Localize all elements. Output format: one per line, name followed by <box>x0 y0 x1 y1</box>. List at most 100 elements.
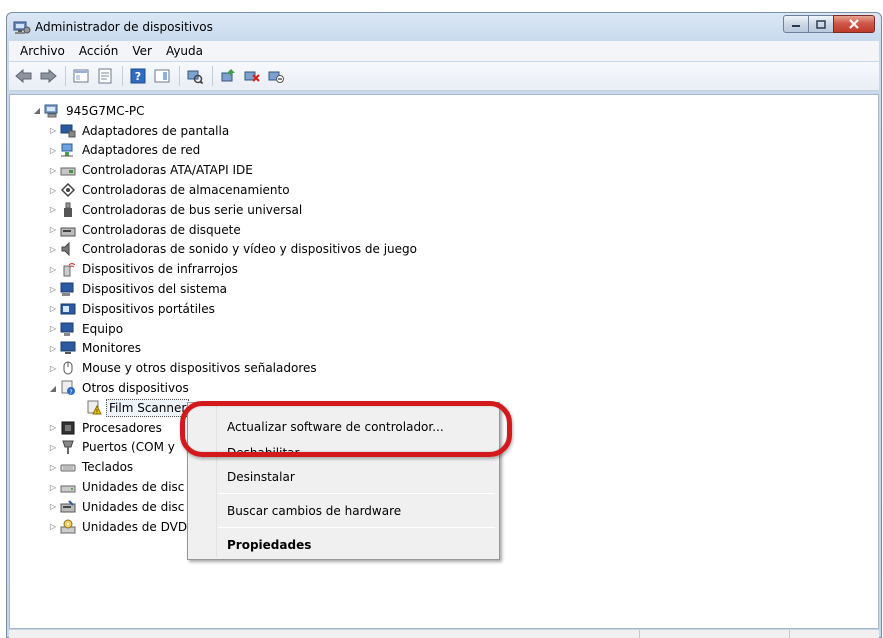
tree-category-item[interactable]: ▷ Dispositivos del sistema <box>10 279 878 299</box>
menu-disable[interactable]: Deshabilitar <box>190 441 497 465</box>
properties-button[interactable] <box>94 65 116 87</box>
monitor-icon <box>60 341 76 355</box>
system-device-icon <box>60 282 74 297</box>
tree-item-label: Mouse y otros dispositivos señaladores <box>82 361 317 376</box>
tree-item-label: Procesadores <box>82 420 162 435</box>
menu-ver[interactable]: Ver <box>125 44 159 58</box>
menu-ayuda[interactable]: Ayuda <box>159 44 210 58</box>
tree-item-label: Adaptadores de pantalla <box>82 123 230 138</box>
menu-uninstall[interactable]: Desinstalar <box>190 465 497 489</box>
close-button[interactable] <box>833 15 875 33</box>
tree-category-item[interactable]: ◢? Otros dispositivos <box>10 378 878 398</box>
floppy-drive-icon <box>60 500 76 513</box>
window-controls <box>783 15 875 33</box>
menu-update-driver[interactable]: Actualizar software de controlador... <box>190 415 497 439</box>
tree-item-label: Dispositivos del sistema <box>82 282 228 297</box>
expand-arrow-icon[interactable]: ▷ <box>48 145 58 155</box>
menu-scan-hardware[interactable]: Buscar cambios de hardware <box>190 499 497 523</box>
tree-category-item[interactable]: ▷ Mouse y otros dispositivos señaladores <box>10 358 878 378</box>
expand-arrow-icon[interactable]: ▷ <box>48 165 58 175</box>
console-tree-button[interactable] <box>70 65 92 87</box>
uninstall-button[interactable] <box>241 65 263 87</box>
expand-arrow-icon <box>74 403 84 413</box>
expand-arrow-icon[interactable]: ▷ <box>48 502 58 512</box>
tree-category-item[interactable]: ▷ Controladoras de bus serie universal <box>10 200 878 220</box>
keyboard-icon <box>60 464 76 472</box>
status-cell <box>639 630 789 638</box>
tree-item-label: Unidades de DVD <box>82 519 188 534</box>
svg-text:!: ! <box>96 408 98 415</box>
tree-category-item[interactable]: ▷ Dispositivos de infrarrojos <box>10 259 878 279</box>
tree-category-item[interactable]: ▷ Adaptadores de pantalla <box>10 121 878 141</box>
properties-icon <box>98 68 112 84</box>
expand-arrow-icon[interactable]: ▷ <box>48 185 58 195</box>
tree-category-item[interactable]: ▷ Controladoras de sonido y vídeo y dispo… <box>10 240 878 260</box>
expand-arrow-icon[interactable]: ▷ <box>48 284 58 294</box>
computer-name: 945G7MC-PC <box>66 103 145 118</box>
tree-root[interactable]: ◢ 945G7MC-PC <box>10 101 878 121</box>
expand-arrow-icon[interactable]: ▷ <box>48 324 58 334</box>
expand-arrow-icon[interactable]: ▷ <box>48 423 58 433</box>
sound-icon <box>61 242 70 257</box>
back-button[interactable] <box>13 65 35 87</box>
disable-icon <box>268 71 284 83</box>
close-icon <box>849 19 859 29</box>
toolbar-separator <box>179 66 180 86</box>
collapse-arrow-icon[interactable]: ◢ <box>48 383 58 393</box>
computer-icon <box>60 322 74 336</box>
forward-button[interactable] <box>37 65 59 87</box>
action-pane-button[interactable] <box>151 65 173 87</box>
menu-accion[interactable]: Acción <box>72 44 125 58</box>
console-tree-icon <box>73 69 89 83</box>
tree-item-label: Controladoras de disquete <box>82 222 241 237</box>
expand-arrow-icon[interactable]: ▷ <box>48 304 58 314</box>
tree-item-label: Otros dispositivos <box>82 381 189 396</box>
title-bar[interactable]: Administrador de dispositivos <box>7 13 881 41</box>
disk-drive-icon <box>60 485 76 493</box>
computer-root-icon <box>44 104 58 118</box>
expand-arrow-icon[interactable]: ▷ <box>48 522 58 532</box>
tree-category-item[interactable]: ▷ Equipo <box>10 319 878 339</box>
expand-arrow-icon[interactable]: ▷ <box>48 363 58 373</box>
expand-arrow-icon[interactable]: ▷ <box>48 442 58 452</box>
dvd-drive-icon <box>60 519 76 534</box>
expand-arrow-icon[interactable]: ▷ <box>48 264 58 274</box>
portable-device-icon <box>60 303 76 315</box>
expand-arrow-icon[interactable]: ▷ <box>48 482 58 492</box>
menu-bar: Archivo Acción Ver Ayuda <box>9 41 879 61</box>
tree-item-label: Film Scanner <box>106 398 190 417</box>
device-manager-icon <box>13 21 31 34</box>
menu-archivo[interactable]: Archivo <box>13 44 72 58</box>
tree-category-item[interactable]: ▷ Adaptadores de red <box>10 141 878 161</box>
storage-controller-icon <box>60 183 76 198</box>
usb-icon <box>64 202 72 217</box>
expand-arrow-icon[interactable]: ▷ <box>48 225 58 235</box>
expand-arrow-icon[interactable]: ▷ <box>48 126 58 136</box>
scan-hardware-button[interactable] <box>184 65 206 87</box>
menu-properties[interactable]: Propiedades <box>190 533 497 557</box>
expand-arrow-icon[interactable]: ▷ <box>48 343 58 353</box>
svg-text:?: ? <box>69 389 72 396</box>
disable-button[interactable] <box>265 65 287 87</box>
expand-arrow-icon[interactable]: ▷ <box>48 462 58 472</box>
tree-category-item[interactable]: ▷ Monitores <box>10 339 878 359</box>
help-button[interactable]: ? <box>127 65 149 87</box>
tree-category-item[interactable]: ▷ Controladoras ATA/ATAPI IDE <box>10 160 878 180</box>
expand-arrow-icon[interactable]: ▷ <box>48 244 58 254</box>
tree-category-item[interactable]: ▷ Controladoras de almacenamiento <box>10 180 878 200</box>
minimize-icon <box>792 25 800 27</box>
collapse-arrow-icon[interactable]: ◢ <box>32 106 42 116</box>
tree-item-label: Dispositivos de infrarrojos <box>82 262 238 277</box>
tree-item-label: Controladoras de sonido y vídeo y dispos… <box>82 242 417 257</box>
expand-arrow-icon[interactable]: ▷ <box>48 205 58 215</box>
maximize-button[interactable] <box>808 15 834 33</box>
tree-item-label: Unidades de disc <box>82 480 185 495</box>
minimize-button[interactable] <box>783 15 809 33</box>
ide-controller-icon <box>60 167 76 176</box>
tree-category-item[interactable]: ▷ Dispositivos portátiles <box>10 299 878 319</box>
tree-category-item[interactable]: ▷ Controladoras de disquete <box>10 220 878 240</box>
menu-separator <box>218 527 495 528</box>
uninstall-icon <box>244 71 260 82</box>
unknown-device-icon: ? <box>61 380 75 396</box>
update-driver-button[interactable] <box>217 65 239 87</box>
